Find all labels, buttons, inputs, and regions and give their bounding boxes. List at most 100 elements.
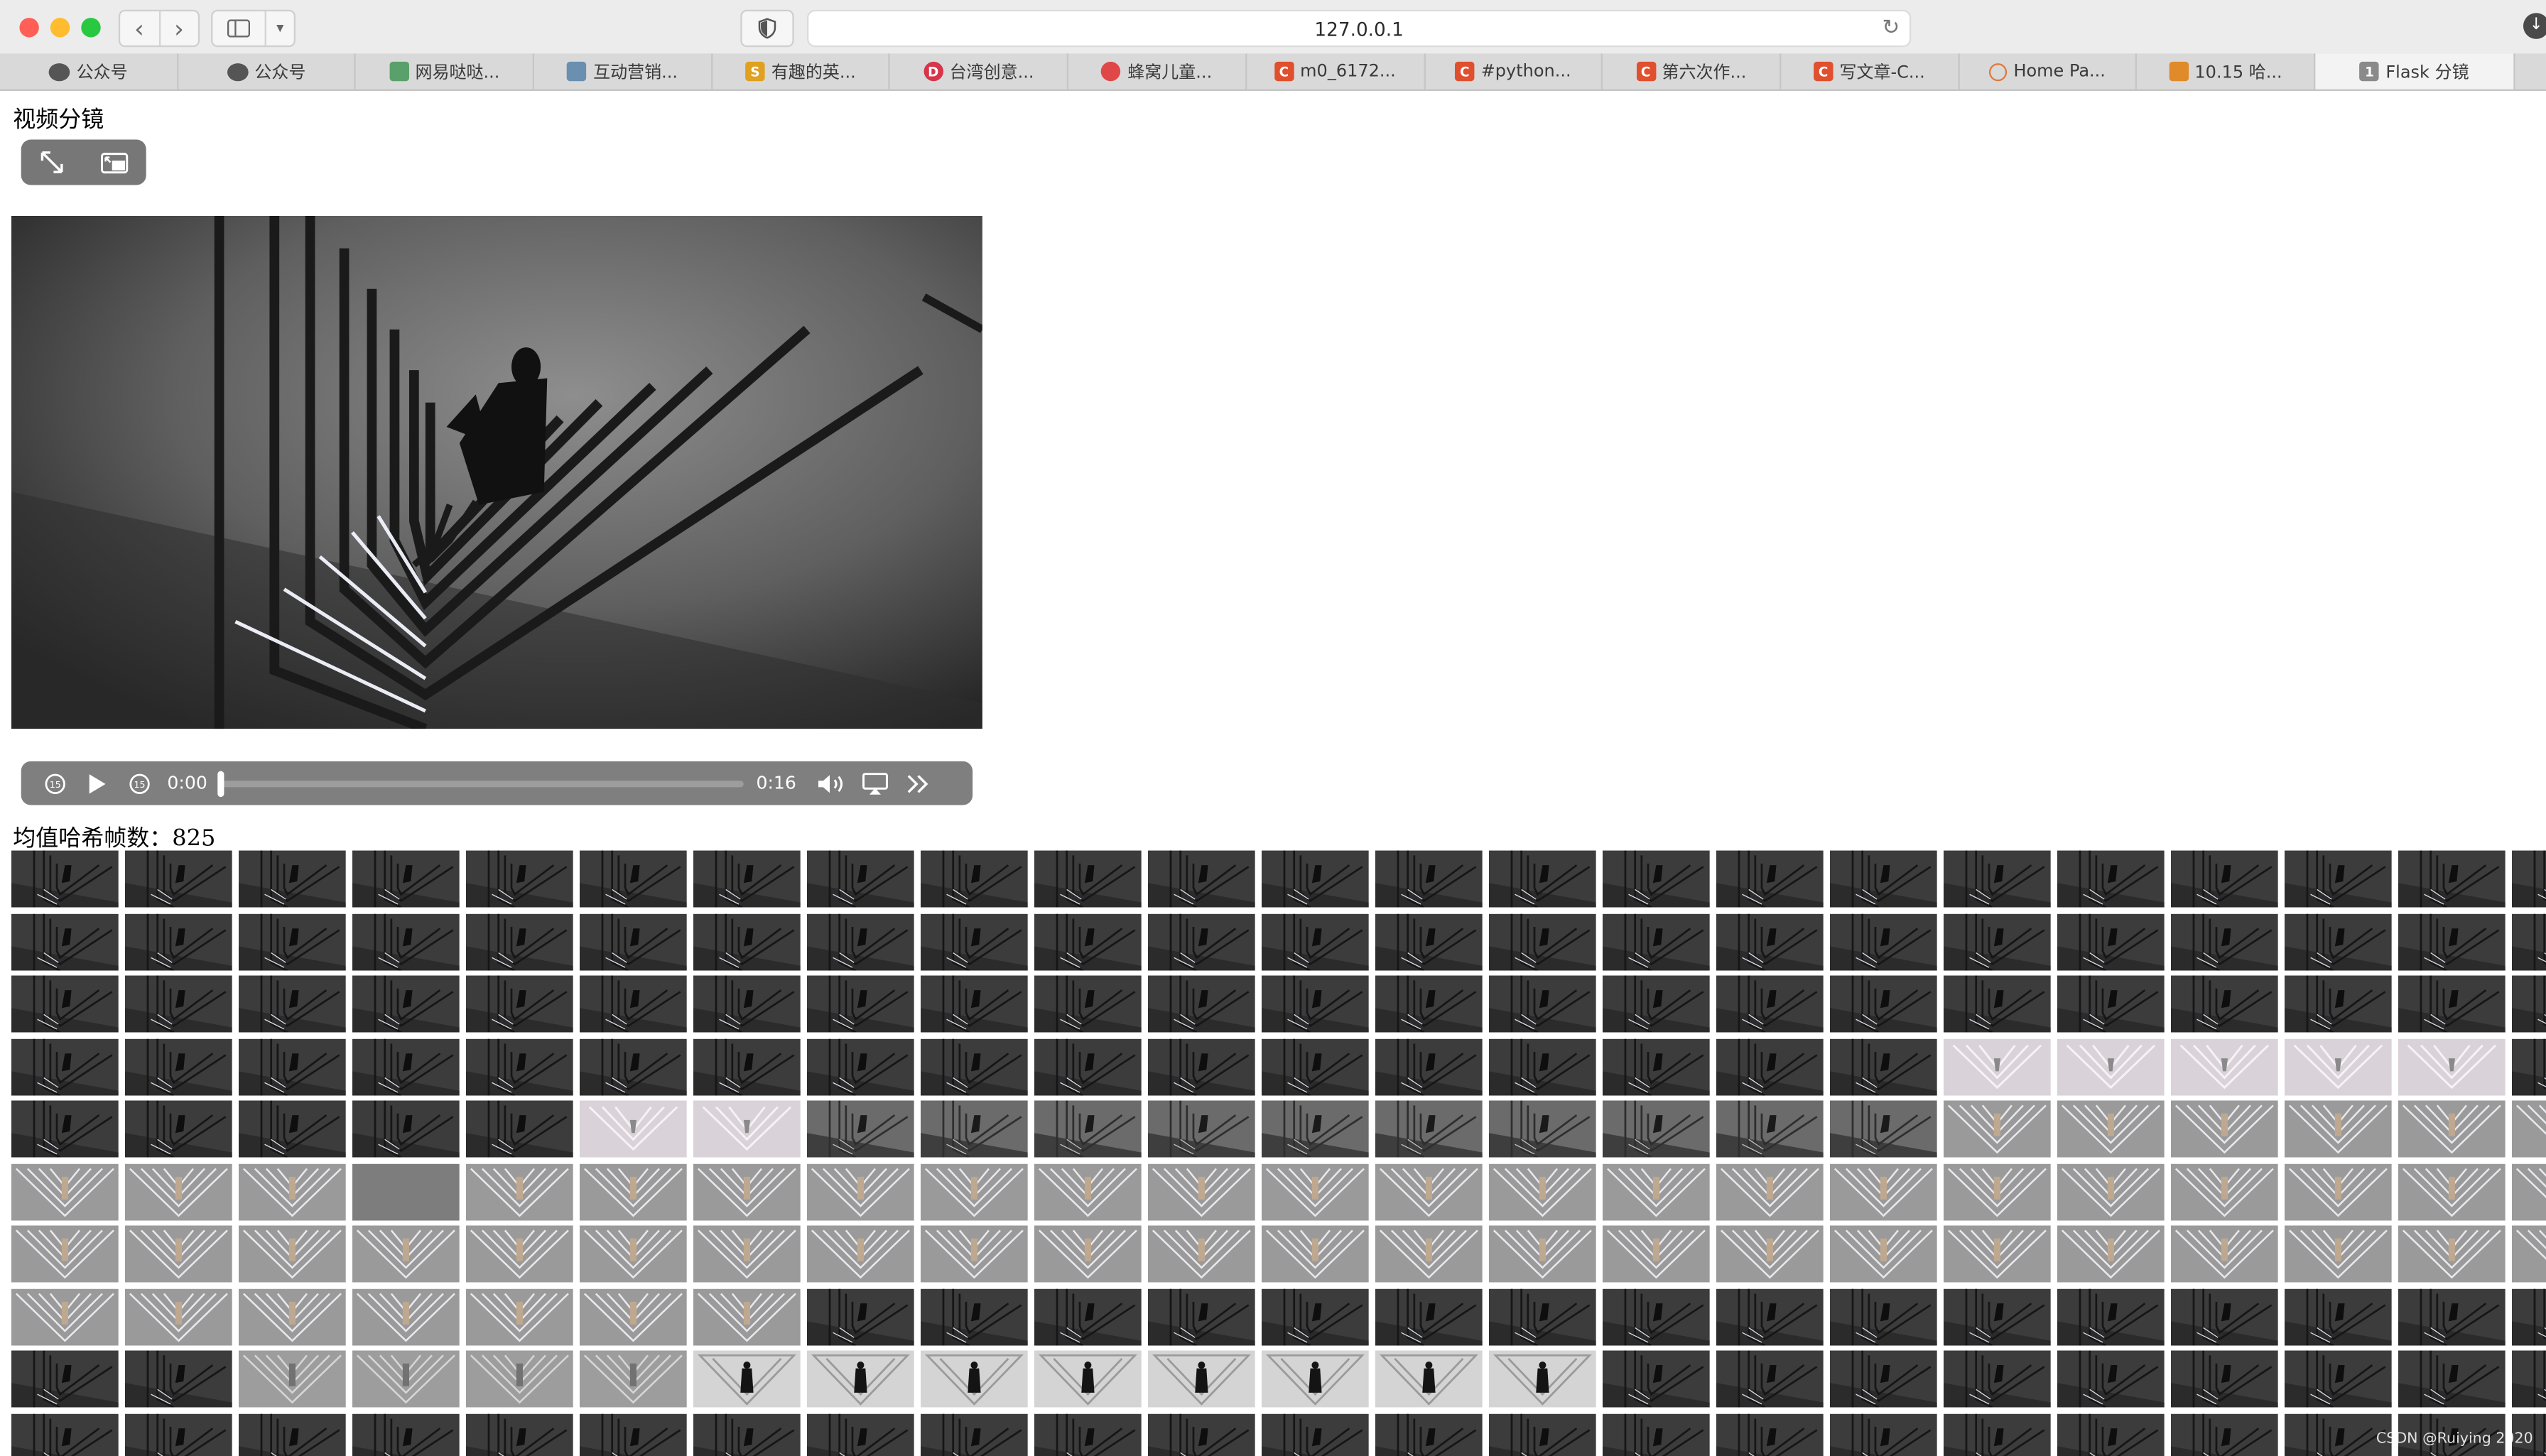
frame-thumbnail[interactable] [1488,1100,1596,1158]
frame-thumbnail[interactable] [806,1413,914,1456]
frame-thumbnail[interactable] [2170,1350,2278,1408]
frame-thumbnail[interactable] [2511,1038,2546,1095]
frame-thumbnail[interactable] [11,1288,119,1345]
frame-thumbnail[interactable] [1602,850,1710,908]
seek-bar[interactable] [217,770,744,796]
browser-tab[interactable]: Cm0_6172... [1247,53,1425,89]
frame-thumbnail[interactable] [1716,1350,1824,1408]
frame-thumbnail[interactable] [238,1038,346,1095]
frame-thumbnail[interactable] [465,1100,573,1158]
frame-thumbnail[interactable] [2398,1350,2506,1408]
frame-thumbnail[interactable] [693,1413,801,1456]
frame-thumbnail[interactable] [124,1038,232,1095]
browser-tab[interactable]: 蜂窝儿童... [1068,53,1247,89]
frame-thumbnail[interactable] [238,1350,346,1408]
frame-thumbnail[interactable] [579,1413,687,1456]
frame-thumbnail[interactable] [920,1163,1028,1220]
frame-thumbnail[interactable] [2170,913,2278,970]
frame-thumbnail[interactable] [1716,1163,1824,1220]
frame-thumbnail[interactable] [920,1413,1028,1456]
frame-thumbnail[interactable] [920,1038,1028,1095]
frame-thumbnail[interactable] [579,1350,687,1408]
frame-thumbnail[interactable] [2057,1413,2165,1456]
frame-thumbnail[interactable] [1375,1100,1483,1158]
frame-thumbnail[interactable] [2057,1100,2165,1158]
frame-thumbnail[interactable] [11,975,119,1033]
downloads-icon[interactable]: ↓ [2523,13,2546,39]
frame-thumbnail[interactable] [124,1100,232,1158]
frame-thumbnail[interactable] [1261,1163,1369,1220]
sidebar-toggle-button[interactable] [212,11,266,45]
frame-thumbnail[interactable] [579,913,687,970]
frame-thumbnail[interactable] [693,913,801,970]
frame-thumbnail[interactable] [1829,1038,1937,1095]
frame-thumbnail[interactable] [238,975,346,1033]
frame-thumbnail[interactable] [579,850,687,908]
frame-thumbnail[interactable] [1488,1038,1596,1095]
frame-thumbnail[interactable] [11,1350,119,1408]
frame-thumbnail[interactable] [1943,1288,2051,1345]
frame-thumbnail[interactable] [1261,975,1369,1033]
frame-thumbnail[interactable] [1375,1288,1483,1345]
frame-thumbnail[interactable] [238,1288,346,1345]
frame-thumbnail[interactable] [1375,1038,1483,1095]
frame-thumbnail[interactable] [1943,975,2051,1033]
frame-thumbnail[interactable] [1943,1350,2051,1408]
sidebar-menu-button[interactable]: ▾ [266,11,294,45]
frame-thumbnail[interactable] [920,975,1028,1033]
frame-thumbnail[interactable] [1716,1038,1824,1095]
airplay-button[interactable] [855,761,896,805]
frame-thumbnail[interactable] [465,1163,573,1220]
fullscreen-button[interactable] [35,146,70,179]
frame-thumbnail[interactable] [1147,1413,1255,1456]
frame-thumbnail[interactable] [579,1100,687,1158]
reload-icon[interactable]: ↻ [1882,16,1900,40]
frame-thumbnail[interactable] [2284,913,2392,970]
frame-thumbnail[interactable] [1375,1163,1483,1220]
frame-thumbnail[interactable] [579,1225,687,1283]
frame-thumbnail[interactable] [1261,1100,1369,1158]
frame-thumbnail[interactable] [1034,1350,1142,1408]
frame-thumbnail[interactable] [1375,975,1483,1033]
frame-thumbnail[interactable] [1147,1350,1255,1408]
minimize-window-button[interactable] [50,18,70,38]
frame-thumbnail[interactable] [1147,850,1255,908]
frame-thumbnail[interactable] [1602,1288,1710,1345]
frame-thumbnail[interactable] [238,850,346,908]
frame-thumbnail[interactable] [1261,913,1369,970]
frame-thumbnail[interactable] [2398,1038,2506,1095]
frame-thumbnail[interactable] [2284,1350,2392,1408]
frame-thumbnail[interactable] [352,1413,460,1456]
frame-thumbnail[interactable] [2284,1288,2392,1345]
frame-thumbnail[interactable] [2511,1163,2546,1220]
frame-thumbnail[interactable] [465,1288,573,1345]
frame-thumbnail[interactable] [1716,975,1824,1033]
frame-thumbnail[interactable] [465,975,573,1033]
frame-thumbnail[interactable] [806,1163,914,1220]
frame-thumbnail[interactable] [806,1038,914,1095]
frame-thumbnail[interactable] [806,975,914,1033]
frame-thumbnail[interactable] [1829,1163,1937,1220]
frame-thumbnail[interactable] [1829,850,1937,908]
frame-thumbnail[interactable] [124,975,232,1033]
frame-thumbnail[interactable] [11,1163,119,1220]
frame-thumbnail[interactable] [2511,975,2546,1033]
frame-thumbnail[interactable] [693,1163,801,1220]
frame-thumbnail[interactable] [238,1163,346,1220]
back-button[interactable]: ‹ [120,11,158,45]
frame-thumbnail[interactable] [1034,1288,1142,1345]
frame-thumbnail[interactable] [1375,1225,1483,1283]
frame-thumbnail[interactable] [1943,913,2051,970]
frame-thumbnail[interactable] [1488,1350,1596,1408]
frame-thumbnail[interactable] [1602,1038,1710,1095]
frame-thumbnail[interactable] [1261,1038,1369,1095]
frame-thumbnail[interactable] [2398,1225,2506,1283]
frame-thumbnail[interactable] [2511,1100,2546,1158]
frame-thumbnail[interactable] [2398,913,2506,970]
frame-thumbnail[interactable] [1147,1163,1255,1220]
frame-thumbnail[interactable] [2170,1413,2278,1456]
frame-thumbnail[interactable] [1602,1100,1710,1158]
frame-thumbnail[interactable] [1602,1225,1710,1283]
frame-thumbnail[interactable] [352,1100,460,1158]
frame-thumbnail[interactable] [1261,1350,1369,1408]
